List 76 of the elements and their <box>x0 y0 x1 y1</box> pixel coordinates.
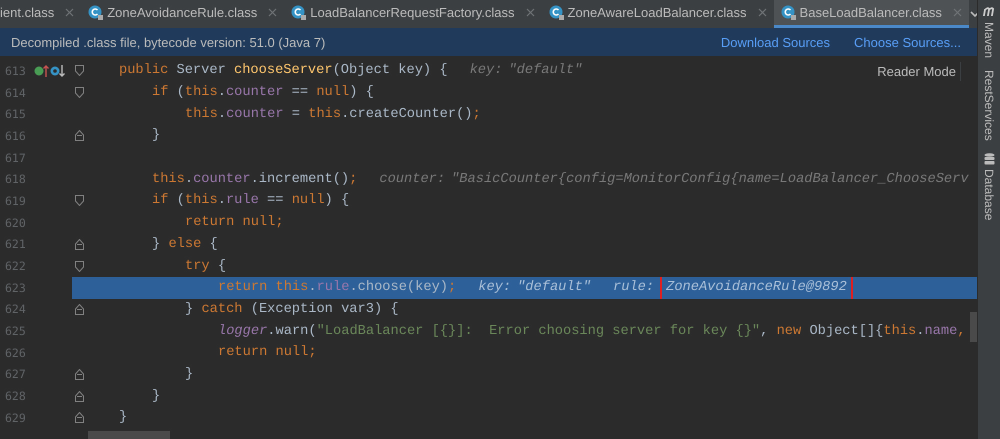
code-line: this.counter = this.createCounter(); <box>185 106 481 122</box>
database-icon <box>984 152 994 165</box>
editor-tab[interactable]: LoadBalancerRequestFactory.class <box>284 0 542 28</box>
line-number: 620 <box>4 216 27 230</box>
class-file-icon <box>780 5 796 20</box>
code-line: } catch (Exception var3) { <box>185 302 399 317</box>
code-line: } <box>152 128 160 144</box>
unfold-icon[interactable] <box>74 368 84 380</box>
close-icon[interactable] <box>758 8 767 17</box>
close-icon[interactable] <box>268 8 278 17</box>
line-number: 625 <box>4 324 27 338</box>
code-line: return null; <box>185 215 284 230</box>
class-file-icon <box>88 5 104 20</box>
hint-label: key: <box>478 280 512 296</box>
unfold-icon[interactable] <box>74 238 84 250</box>
unfold-icon[interactable] <box>74 130 84 142</box>
code-line: if (this.rule == null) { <box>152 193 350 208</box>
line-number: 622 <box>4 259 27 274</box>
hint-label: counter: <box>379 172 446 187</box>
reader-mode-toggle[interactable]: Reader Mode <box>877 62 961 81</box>
editor-tab[interactable]: ZoneAwareLoadBalancer.class <box>542 0 774 28</box>
scrollbar-thumb[interactable] <box>88 431 170 439</box>
close-icon[interactable] <box>526 8 535 17</box>
banner-link[interactable]: Choose Sources... <box>854 34 961 50</box>
editor-tab[interactable]: BaseLoadBalancer.class <box>774 0 969 28</box>
line-number: 615 <box>4 107 27 122</box>
tool-window-tab[interactable]: RestServices <box>982 70 996 141</box>
line-number: 624 <box>4 302 27 316</box>
override-up-icon[interactable] <box>34 64 50 78</box>
line-number: 621 <box>4 237 27 252</box>
code-line: try { <box>185 258 226 274</box>
line-number: 626 <box>4 346 27 360</box>
banner-message: Decompiled .class file, bytecode version: 51.0 (Java 7) <box>11 34 326 50</box>
code-line: } <box>152 388 160 404</box>
code-line: } <box>119 410 128 426</box>
fold-icon[interactable] <box>74 260 84 272</box>
fold-icon[interactable] <box>74 195 84 206</box>
editor-tab[interactable]: ZoneAvoidanceRule.class <box>81 0 284 28</box>
code-line: } else { <box>152 236 218 252</box>
unfold-icon[interactable] <box>74 304 84 315</box>
fold-icon[interactable] <box>74 87 84 98</box>
hint-label: rule: <box>613 280 654 296</box>
line-number: 614 <box>4 86 27 100</box>
code-line: return null; <box>218 345 317 360</box>
tool-window-tab[interactable]: Database <box>982 168 996 220</box>
unfold-icon[interactable] <box>74 412 84 424</box>
unfold-icon[interactable] <box>74 390 84 402</box>
line-number: 613 <box>4 64 27 78</box>
code-line: return this.rule.choose(key); <box>218 280 456 296</box>
line-number: 617 <box>4 150 27 165</box>
code-line: if (this.counter == null) { <box>152 85 374 100</box>
hint-value: "default" <box>517 280 592 296</box>
banner-link[interactable]: Download Sources <box>720 34 830 50</box>
scrollbar-thumb[interactable] <box>970 312 977 342</box>
code-line: this.counter.increment(); <box>152 172 358 187</box>
implemented-down-icon[interactable] <box>50 64 66 78</box>
hint-value: "BasicCounter{config=MonitorConfig{name=LoadBalancer_ChooseServ <box>451 172 969 187</box>
line-number: 618 <box>4 172 27 186</box>
class-file-icon <box>548 5 564 20</box>
fold-icon[interactable] <box>74 65 84 76</box>
tool-window-tab[interactable]: Maven <box>982 22 996 58</box>
line-number: 623 <box>4 280 27 295</box>
code-line: logger.warn("LoadBalancer [{}]: Error choosing server for key {}", new Object[]{this.name, <box>218 324 966 339</box>
hint-value: ZoneAvoidanceRule@9892 <box>666 280 847 296</box>
hint-value: "default" <box>508 63 582 78</box>
line-number: 629 <box>4 410 27 425</box>
code-line: public Server chooseServer(Object key) { <box>119 63 448 78</box>
hint-label: key: <box>470 63 502 78</box>
code-line: } <box>185 366 194 382</box>
class-file-icon <box>291 5 306 20</box>
line-number: 628 <box>4 389 27 404</box>
line-number: 616 <box>4 128 27 143</box>
line-number: 619 <box>4 194 27 208</box>
editor-tab[interactable]: ient.class <box>0 0 82 28</box>
close-icon[interactable] <box>65 8 74 17</box>
line-number: 627 <box>4 367 27 382</box>
